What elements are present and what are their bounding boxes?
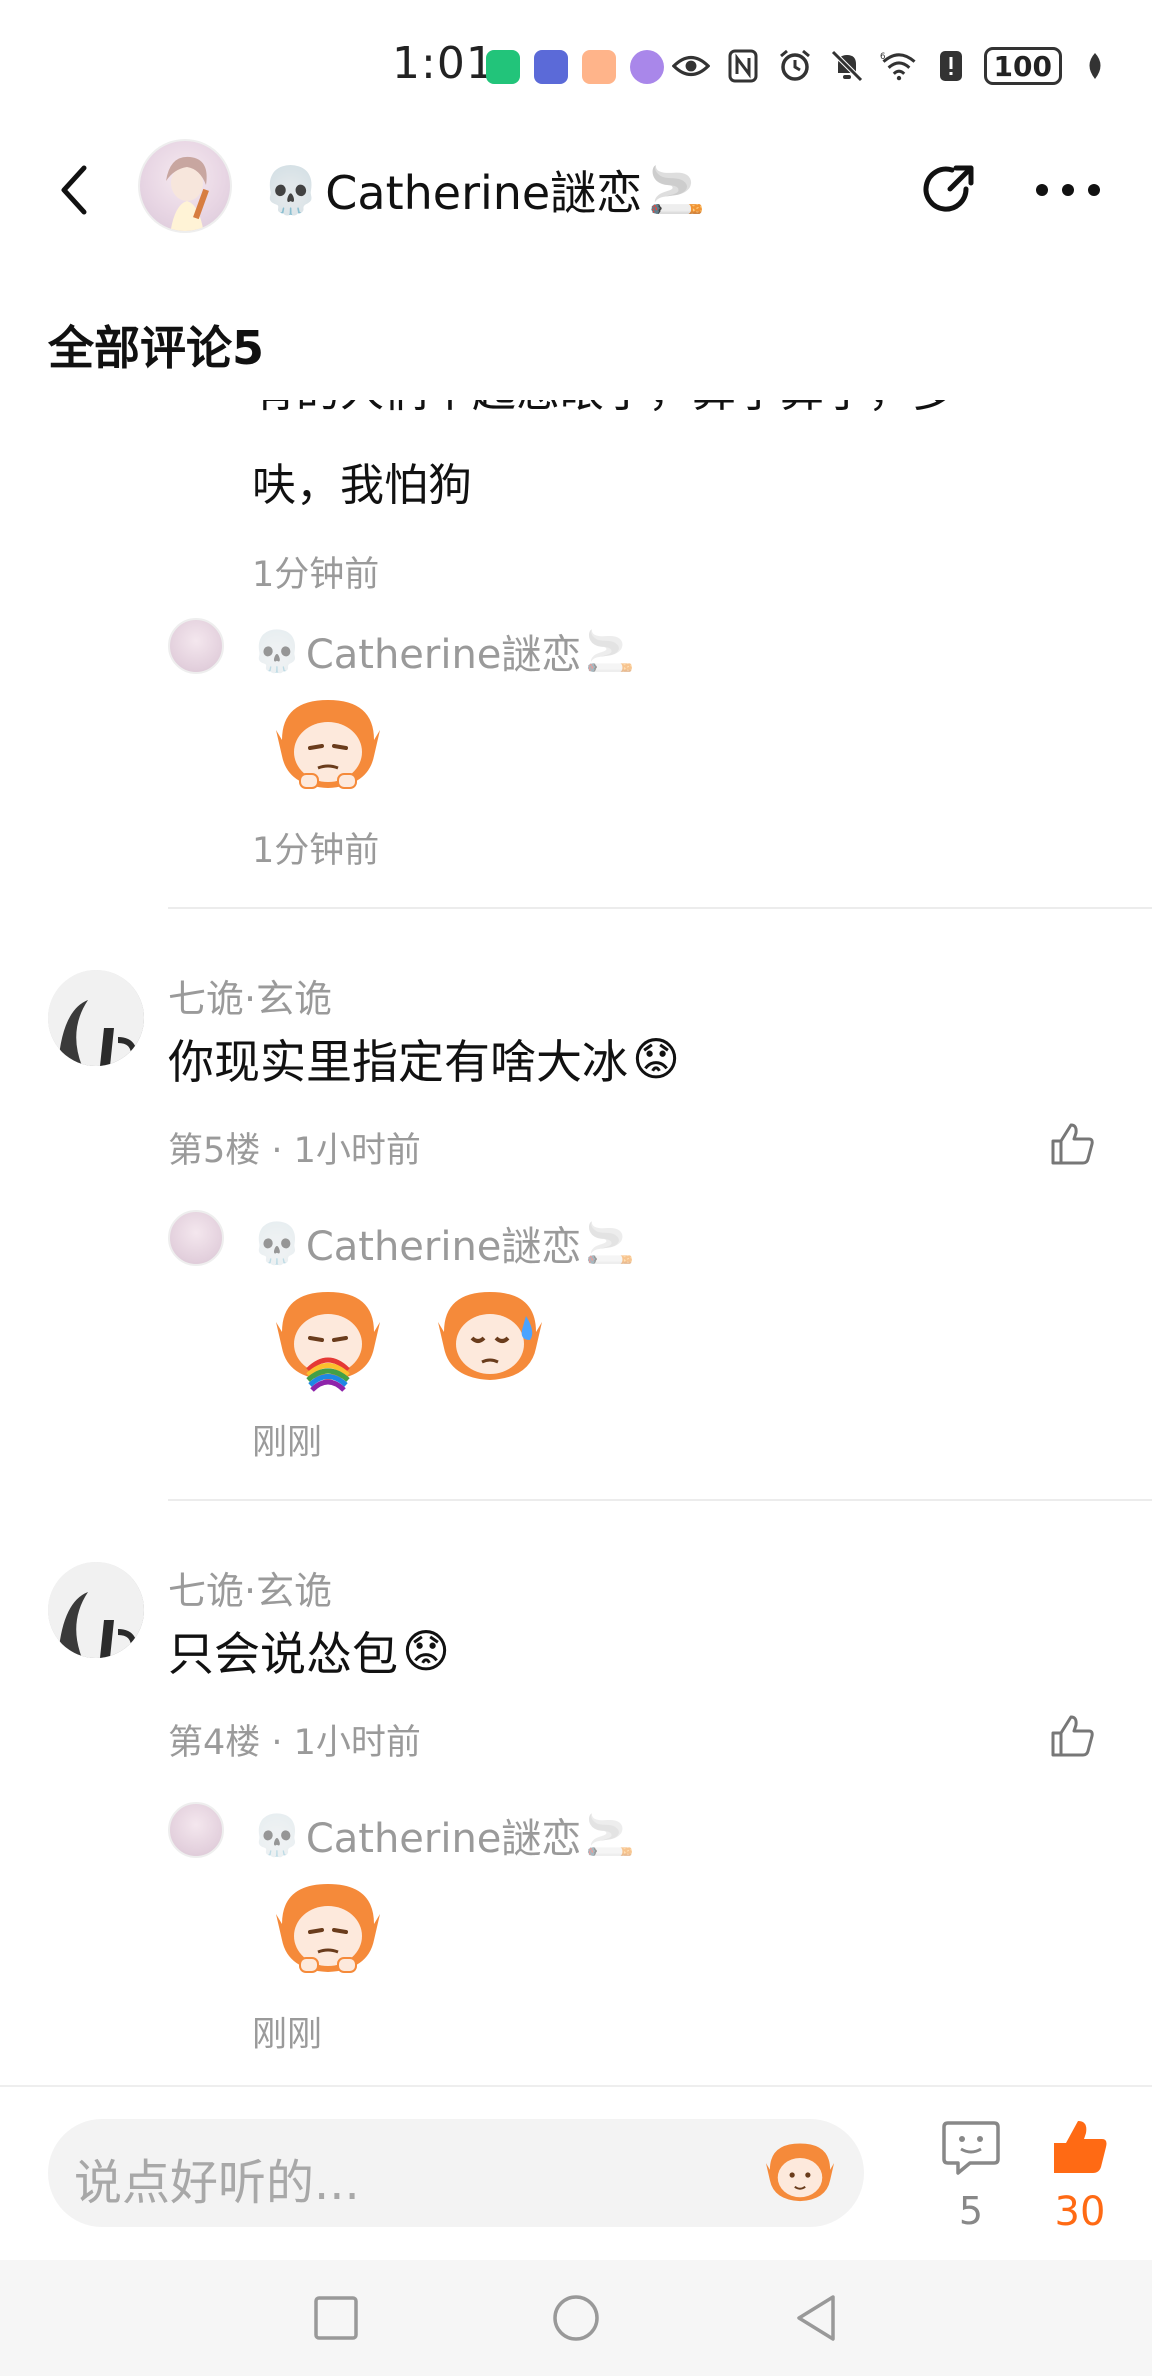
divider bbox=[168, 1499, 1152, 1501]
reply-author-name: Catherine謎恋 bbox=[305, 1816, 582, 1862]
post-like-button[interactable]: 30 bbox=[1040, 2117, 1120, 2237]
like-button[interactable] bbox=[1044, 1116, 1100, 1172]
cigarette-emoji: 🚬 bbox=[585, 1812, 636, 1859]
sticker-emoji-icon bbox=[765, 2143, 835, 2202]
reply-time: 1分钟前 bbox=[252, 555, 380, 595]
reply-time: 刚刚 bbox=[252, 2015, 323, 2055]
like-button[interactable] bbox=[1044, 1708, 1100, 1764]
comment-bubble-icon bbox=[942, 2121, 1000, 2175]
sticker-rainbow-vomit-icon[interactable] bbox=[268, 1282, 388, 1392]
square-icon bbox=[314, 2296, 358, 2340]
heart-app-icon bbox=[582, 50, 616, 84]
worried-emoji: 😟 bbox=[632, 1032, 680, 1086]
top-header: 💀 Catherine謎恋 🚬 bbox=[0, 135, 1152, 245]
triangle-back-icon bbox=[797, 2295, 835, 2341]
skull-emoji: 💀 bbox=[262, 162, 320, 217]
comments-button[interactable]: 5 bbox=[940, 2117, 1002, 2237]
reply-author[interactable]: 💀 Catherine謎恋 🚬 bbox=[252, 1214, 635, 1272]
svg-text:6: 6 bbox=[880, 52, 886, 62]
comment-meta: 第5楼 · 1小时前 bbox=[168, 1131, 421, 1171]
author-avatar[interactable] bbox=[138, 139, 232, 233]
recent-apps-button[interactable] bbox=[306, 2288, 366, 2348]
all-comments-title: 全部评论5 bbox=[48, 321, 265, 375]
comment-count: 5 bbox=[958, 2189, 984, 2233]
reply-text-partial: 有的人们不起恶眼了，算了算了，多 bbox=[252, 400, 956, 422]
status-bar: 1:01 6 100 bbox=[0, 0, 1152, 135]
share-button[interactable] bbox=[914, 155, 984, 225]
comment-list[interactable]: 有的人们不起恶眼了，算了算了，多 呋，我怕狗 1分钟前 💀 Catherine謎… bbox=[0, 400, 1152, 2085]
cigarette-emoji: 🚬 bbox=[585, 628, 636, 675]
reply-time: 刚刚 bbox=[252, 1423, 323, 1463]
system-nav-bar bbox=[0, 2260, 1152, 2376]
skull-emoji: 💀 bbox=[252, 1812, 302, 1859]
status-time: 1:01 bbox=[392, 38, 495, 89]
cigarette-emoji: 🚬 bbox=[585, 1220, 636, 1267]
reply-author-name: Catherine謎恋 bbox=[305, 632, 582, 678]
thumbs-up-icon bbox=[1051, 1715, 1094, 1757]
comment-body: 只会说怂包 bbox=[168, 1627, 398, 1681]
thumbs-up-filled-icon bbox=[1054, 2121, 1107, 2173]
like-count: 30 bbox=[1054, 2189, 1106, 2235]
back-nav-button[interactable] bbox=[786, 2288, 846, 2348]
skull-emoji: 💀 bbox=[252, 1220, 302, 1267]
reply-avatar[interactable] bbox=[168, 618, 224, 674]
more-options-button[interactable] bbox=[1030, 155, 1106, 225]
reply-avatar[interactable] bbox=[168, 1210, 224, 1266]
cigarette-emoji: 🚬 bbox=[648, 162, 706, 217]
comment-text: 你现实里指定有啥大冰 😟 bbox=[168, 1026, 680, 1092]
reply-author[interactable]: 💀 Catherine謎恋 🚬 bbox=[252, 1806, 635, 1864]
hourglass-app-icon bbox=[486, 50, 520, 84]
comment-input-placeholder: 说点好听的... bbox=[74, 2155, 360, 2211]
circle-icon bbox=[553, 2295, 599, 2341]
chevron-left-icon bbox=[61, 165, 87, 215]
comment-input[interactable]: 说点好听的... bbox=[48, 2119, 864, 2227]
back-button[interactable] bbox=[44, 160, 104, 220]
author-name-title[interactable]: 💀 Catherine謎恋 🚬 bbox=[262, 157, 706, 223]
commenter-avatar[interactable] bbox=[48, 970, 144, 1066]
alert-icon bbox=[932, 47, 970, 85]
sticker-pouting-icon[interactable] bbox=[268, 690, 388, 800]
author-name: Catherine謎恋 bbox=[325, 166, 643, 220]
wifi-icon: 6 bbox=[880, 47, 918, 85]
battery-level: 100 bbox=[993, 49, 1052, 83]
worried-emoji: 😟 bbox=[402, 1624, 450, 1678]
comment-body: 你现实里指定有啥大冰 bbox=[168, 1035, 628, 1089]
sticker-sweat-icon[interactable] bbox=[430, 1282, 550, 1392]
reply-author-name: Catherine謎恋 bbox=[305, 1224, 582, 1270]
comment-text: 只会说怂包 😟 bbox=[168, 1618, 450, 1684]
mute-icon bbox=[828, 47, 866, 85]
alarm-icon bbox=[776, 47, 814, 85]
nfc-icon bbox=[724, 47, 762, 85]
share-icon bbox=[923, 165, 974, 212]
bottom-action-bar: 说点好听的... 5 30 bbox=[0, 2085, 1152, 2260]
thumbs-up-icon bbox=[1051, 1123, 1094, 1165]
system-icons: 6 100 bbox=[671, 44, 1114, 88]
reply-avatar[interactable] bbox=[168, 1802, 224, 1858]
commenter-name[interactable]: 七诡·玄诡 bbox=[168, 968, 332, 1023]
commenter-avatar[interactable] bbox=[48, 1562, 144, 1658]
sticker-picker-button[interactable] bbox=[760, 2137, 840, 2209]
reply-time: 1分钟前 bbox=[252, 831, 380, 871]
skull-emoji: 💀 bbox=[252, 628, 302, 675]
reply-author[interactable]: 💀 Catherine謎恋 🚬 bbox=[252, 622, 635, 680]
reply-text-line2: 呋，我怕狗 bbox=[252, 460, 472, 511]
app-icon bbox=[534, 50, 568, 84]
leaf-icon bbox=[1076, 47, 1114, 85]
commenter-name[interactable]: 七诡·玄诡 bbox=[168, 1560, 332, 1615]
divider bbox=[168, 907, 1152, 909]
comment-meta: 第4楼 · 1小时前 bbox=[168, 1723, 421, 1763]
battery-icon: 100 bbox=[983, 47, 1062, 85]
sticker-pouting-icon[interactable] bbox=[268, 1874, 388, 1984]
planet-app-icon bbox=[630, 50, 664, 84]
home-button[interactable] bbox=[546, 2288, 606, 2348]
eye-icon bbox=[671, 47, 710, 85]
more-dots-icon bbox=[1036, 184, 1100, 196]
